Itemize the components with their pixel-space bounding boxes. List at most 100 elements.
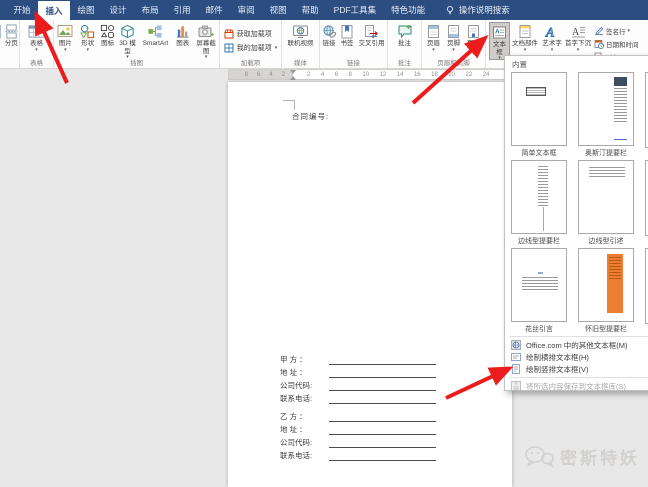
ruler-content-zone: 2 4 6 8 10 12 14 16 18 20 22 24 — [293, 70, 511, 79]
blank-underline — [329, 382, 436, 391]
office-com-icon — [511, 340, 521, 350]
form-line: 联系电话: — [280, 391, 436, 404]
tab-mailings[interactable]: 邮件 — [198, 0, 230, 20]
tab-references[interactable]: 引用 — [166, 0, 198, 20]
indent-marker[interactable] — [290, 70, 297, 80]
screenshot-icon — [198, 24, 214, 39]
smartart-icon — [147, 24, 163, 39]
builtin-gallery-header: 内置 — [505, 56, 648, 70]
header-icon — [427, 24, 440, 39]
screenshot-button[interactable]: 屏幕截图 ▾ — [193, 22, 219, 60]
ribbon-tab-bar: 开始 插入 绘图 设计 布局 引用 邮件 审阅 视图 帮助 PDF工具集 特色功… — [0, 0, 648, 20]
form-line: 甲 方 ： — [280, 352, 436, 365]
signature-line-button[interactable]: 签名行 ▾ — [592, 24, 641, 37]
dropdown-caret: ▾ — [577, 48, 580, 52]
group-comments: 批注 批注 — [388, 20, 422, 68]
tab-view[interactable]: 视图 — [262, 0, 294, 20]
date-time-icon — [594, 39, 604, 49]
tab-review[interactable]: 审阅 — [230, 0, 262, 20]
page-break-button[interactable]: 分页 — [4, 22, 20, 60]
horizontal-ruler[interactable]: 8 6 4 2 2 4 6 8 10 12 14 16 18 20 22 24 — [228, 69, 512, 80]
margin-crop-mark — [283, 100, 295, 110]
tab-help[interactable]: 帮助 — [294, 0, 326, 20]
svg-text:A: A — [545, 25, 554, 40]
online-video-button[interactable]: 联机视频 — [285, 22, 317, 60]
blank-underline — [329, 413, 436, 422]
lightbulb-icon — [445, 5, 455, 15]
page-number-button[interactable]: 页码 ▾ — [464, 22, 484, 60]
pictures-button[interactable]: 图片 ▾ — [54, 22, 77, 60]
form-line: 公司代码: — [280, 435, 436, 448]
shapes-icon — [80, 24, 95, 39]
document-page[interactable]: 合同编号: 甲 方 ： 地 址 ： 公司代码: 联系电话: 乙 方 ： 地 址 … — [228, 82, 512, 487]
footer-icon — [447, 24, 460, 39]
tab-insert[interactable]: 插入 — [38, 1, 70, 20]
dropdown-caret: ▾ — [472, 48, 475, 52]
tab-home[interactable]: 开始 — [6, 0, 38, 20]
date-time-button[interactable]: 日期和时间 — [592, 37, 641, 50]
blank-underline — [329, 369, 436, 378]
textbox-style-filigree[interactable]: 花丝引言 — [508, 246, 575, 334]
ruler-margin-zone: 8 6 4 2 — [229, 70, 293, 79]
save-gallery-icon — [511, 381, 521, 391]
quick-parts-icon — [518, 24, 532, 39]
group-label-tables: 表格 — [20, 57, 53, 67]
word-window: 开始 插入 绘图 设计 布局 引用 邮件 审阅 视图 帮助 PDF工具集 特色功… — [0, 0, 648, 487]
my-addins-button[interactable]: 我的加载项 ▾ — [221, 41, 281, 55]
bookmark-button[interactable]: 书签 — [338, 22, 357, 60]
smartart-button[interactable]: SmartArt — [139, 22, 173, 60]
group-pages: 页 分页 页 — [0, 20, 20, 68]
tab-pdf-tools[interactable]: PDF工具集 — [326, 0, 384, 20]
tab-design[interactable]: 设计 — [102, 0, 134, 20]
draw-horizontal-textbox-icon — [511, 352, 521, 362]
table-icon — [28, 24, 45, 39]
svg-text:A: A — [572, 27, 580, 38]
textbox-style-edge-sidebar[interactable]: 边线型提要栏 — [508, 158, 575, 246]
menu-separator — [509, 377, 648, 378]
menu-item-draw-horizontal-textbox[interactable]: 绘制横排文本框(H) — [505, 351, 648, 363]
blank-underline — [329, 395, 436, 404]
textbox-style-austin[interactable]: 奥斯汀提要栏 — [575, 70, 642, 158]
text-box-icon: A — [492, 25, 507, 40]
menu-item-more-textboxes[interactable]: Office.com 中的其他文本框(M) — [505, 339, 648, 351]
textbox-style-clipped[interactable] — [642, 246, 648, 334]
group-label-media: 媒体 — [282, 57, 319, 67]
comment-button[interactable]: 批注 — [392, 22, 418, 60]
group-label-links: 链接 — [320, 57, 387, 67]
chart-button[interactable]: 图表 — [172, 22, 193, 60]
form-line: 乙 方 ： — [280, 409, 436, 422]
tell-me-label: 操作说明搜索 — [459, 4, 510, 16]
group-addins: 获取加载项 我的加载项 ▾ 加载项 — [220, 20, 282, 68]
textbox-style-clipped[interactable] — [642, 158, 648, 246]
textbox-style-edge-quote[interactable]: 边线型引述 — [575, 158, 642, 246]
textbox-style-retrospect[interactable]: 怀旧型提要栏 — [575, 246, 642, 334]
form-line: 联系电话: — [280, 448, 436, 461]
footer-button[interactable]: 页脚 ▾ — [444, 22, 464, 60]
icons-button[interactable]: 图标 — [99, 22, 117, 60]
table-button[interactable]: 表格 ▾ — [23, 22, 51, 60]
get-addins-button[interactable]: 获取加载项 — [221, 27, 281, 41]
header-button[interactable]: 页眉 ▾ — [424, 22, 444, 60]
shapes-button[interactable]: 形状 ▾ — [77, 22, 99, 60]
dropdown-caret: ▾ — [551, 48, 554, 52]
group-label-addins: 加载项 — [220, 57, 281, 67]
bookmark-icon — [340, 24, 354, 39]
tab-layout[interactable]: 布局 — [134, 0, 166, 20]
textbox-style-clipped[interactable] — [642, 70, 648, 158]
cross-reference-button[interactable]: 交叉引用 — [357, 22, 387, 60]
dropdown-caret: ▾ — [35, 48, 38, 52]
textbox-style-simple[interactable]: 简单文本框 — [508, 70, 575, 158]
tab-special-features[interactable]: 特色功能 — [384, 0, 433, 20]
tab-draw[interactable]: 绘图 — [70, 0, 102, 20]
dropdown-caret: ▾ — [452, 48, 455, 52]
dropdown-caret: ▾ — [87, 48, 90, 52]
tell-me-search[interactable]: 操作说明搜索 — [433, 0, 510, 20]
blank-underline — [329, 356, 436, 365]
group-illustrations: 图片 ▾ 形状 ▾ 图标 3D 模型 ▾ SmartArt — [54, 20, 220, 68]
menu-item-draw-vertical-textbox[interactable]: 绘制竖排文本框(V) — [505, 363, 648, 375]
menu-item-save-selection-to-gallery[interactable]: 将所选内容保存到文本框库(S) — [505, 380, 648, 392]
wechat-bubbles-icon — [524, 445, 554, 468]
3d-models-button[interactable]: 3D 模型 ▾ — [117, 22, 139, 60]
link-button[interactable]: 链接 — [321, 22, 338, 60]
3d-model-icon — [120, 24, 135, 39]
